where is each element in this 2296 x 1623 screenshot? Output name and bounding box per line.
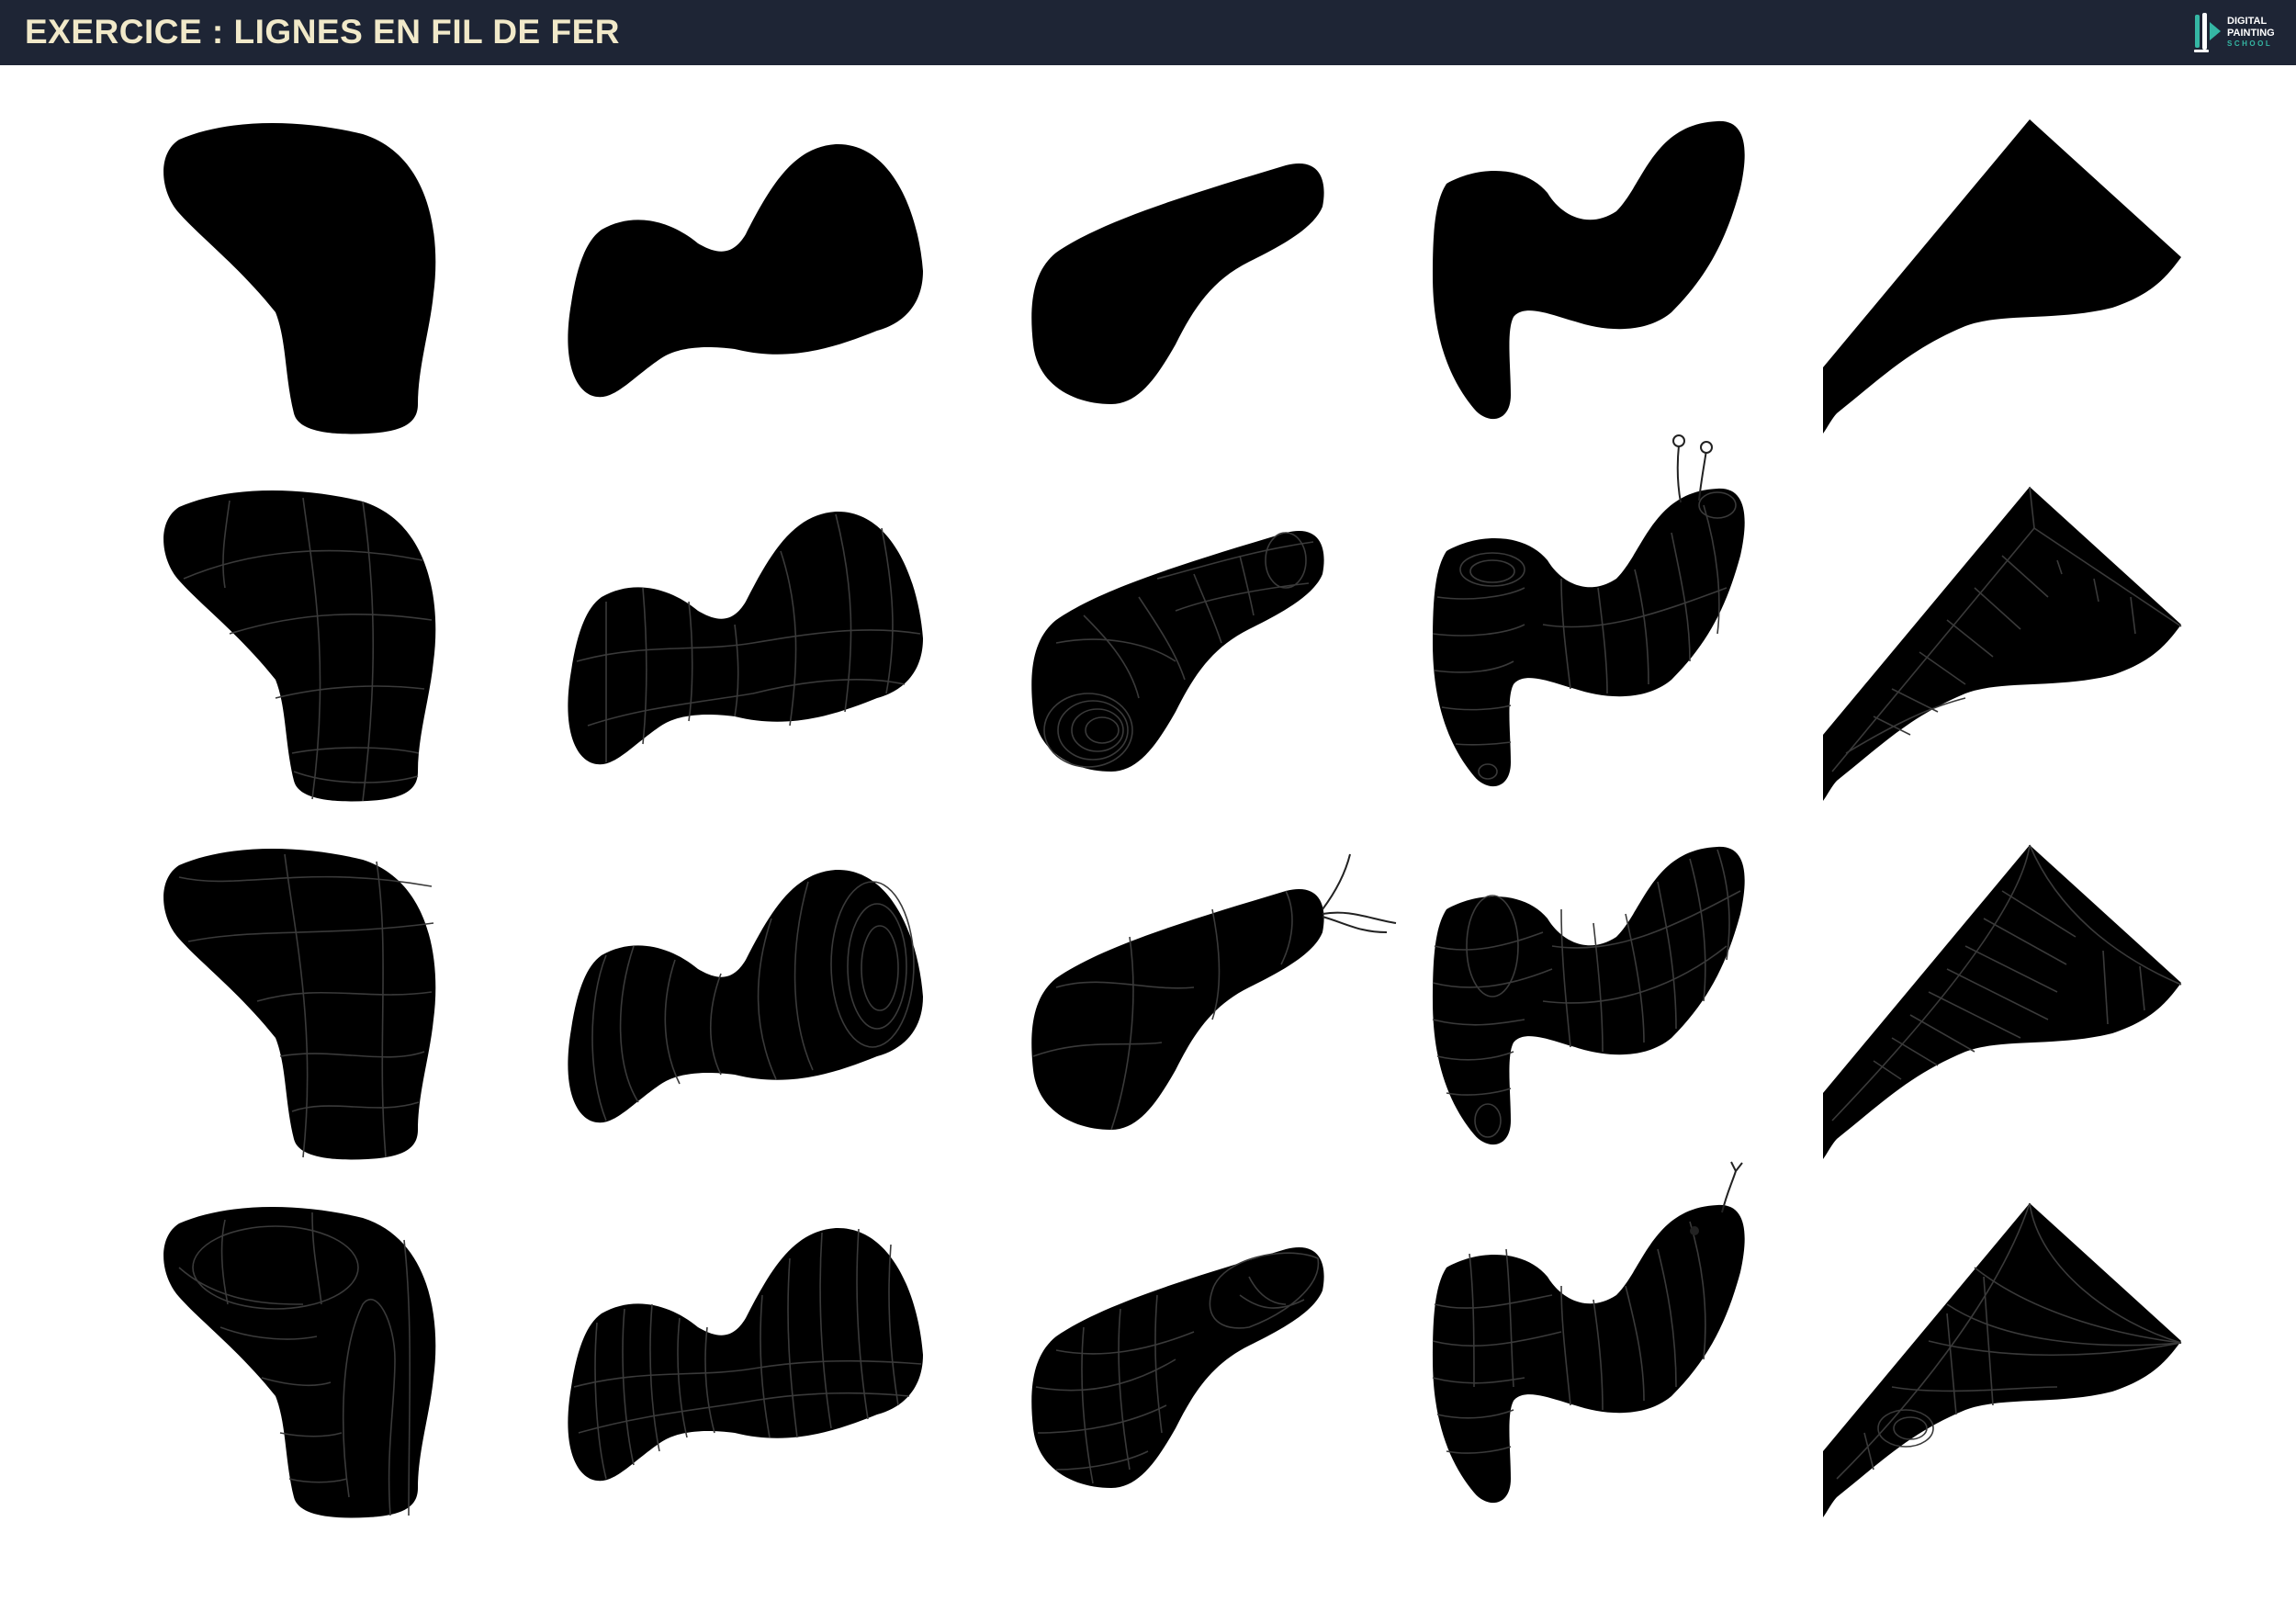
wireframe-shape-1-row2 bbox=[163, 490, 436, 802]
logo-text-school: SCHOOL bbox=[2227, 39, 2273, 48]
logo-text-digital: DIGITAL bbox=[2227, 16, 2268, 27]
wireframe-shape-4-row2 bbox=[1432, 434, 1745, 787]
shapes-grid bbox=[163, 119, 2182, 1518]
wireframe-shape-1-row3 bbox=[163, 848, 436, 1160]
wireframe-shape-2-row4 bbox=[568, 1227, 923, 1482]
wireframe-shape-3-row4 bbox=[1031, 1247, 1324, 1488]
header-bar: EXERCICE : LIGNES EN FIL DE FER DIGITAL … bbox=[0, 0, 2296, 65]
wireframe-shape-4-row4 bbox=[1432, 1161, 1745, 1504]
row-3-wireframes bbox=[163, 844, 2182, 1160]
wireframe-shape-5-row3 bbox=[1823, 844, 2182, 1159]
digital-painting-school-logo: DIGITAL PAINTING SCHOOL bbox=[2191, 11, 2283, 55]
wireframe-shape-5-row2 bbox=[1823, 486, 2182, 801]
wireframe-shape-3-row2 bbox=[1031, 531, 1324, 772]
outline-shape-2 bbox=[568, 143, 923, 398]
wireframe-shape-1-row4 bbox=[163, 1206, 436, 1518]
row-4-wireframes bbox=[163, 1161, 2182, 1518]
outline-shape-4 bbox=[1433, 120, 1745, 420]
wireframe-shape-3-row3 bbox=[1031, 853, 1397, 1131]
wireframe-shape-5-row4 bbox=[1823, 1202, 2182, 1517]
page-title: EXERCICE : LIGNES EN FIL DE FER bbox=[25, 13, 621, 51]
outline-shape-5 bbox=[1823, 119, 2181, 434]
snake-eye bbox=[1690, 1226, 1699, 1235]
wireframe-shape-2-row3 bbox=[568, 869, 923, 1123]
logo-text-painting: PAINTING bbox=[2227, 28, 2275, 39]
brush-logo-icon bbox=[2194, 13, 2221, 52]
outline-shape-3 bbox=[1031, 163, 1324, 404]
exercise-sheet bbox=[0, 65, 2296, 1623]
row-1-outlines bbox=[163, 119, 2181, 434]
row-2-wireframes bbox=[163, 434, 2182, 802]
wireframe-shape-4-row3 bbox=[1432, 846, 1745, 1145]
outline-shape-1 bbox=[163, 122, 436, 434]
wireframe-shape-2-row2 bbox=[568, 511, 923, 765]
